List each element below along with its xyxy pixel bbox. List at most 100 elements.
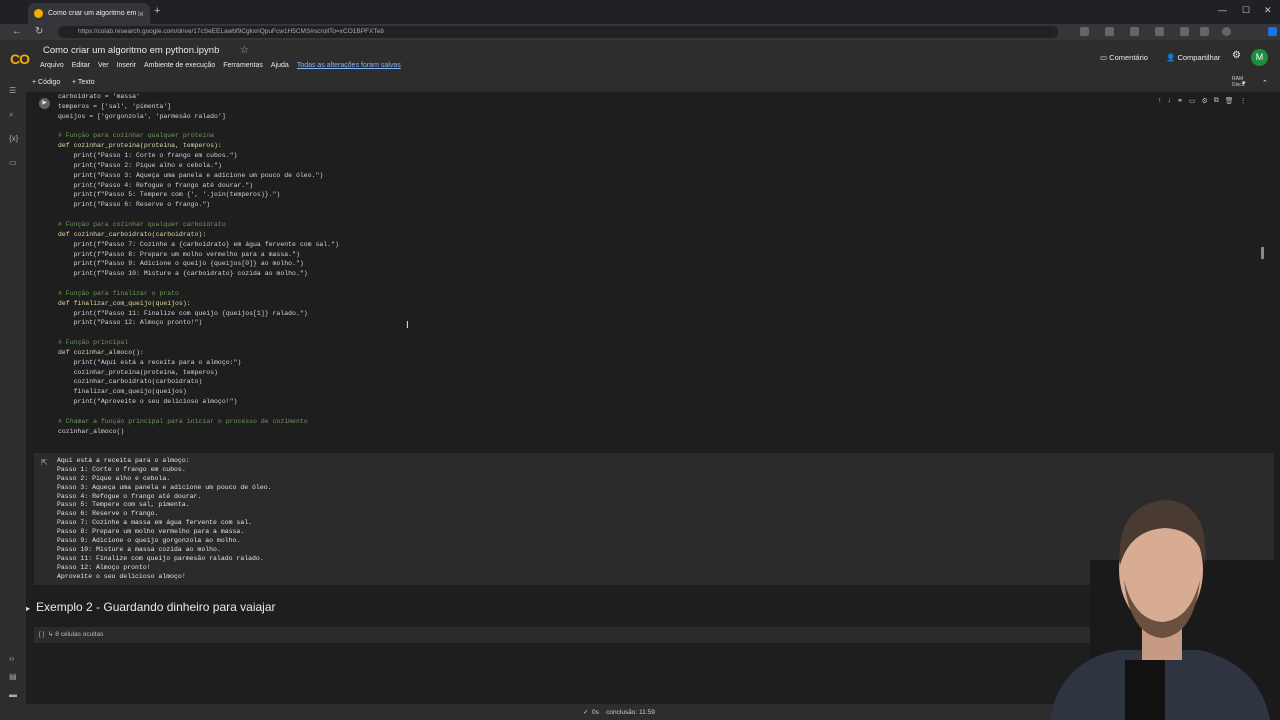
settings-icon[interactable]: ⚙ — [1232, 50, 1241, 61]
menu-inserir[interactable]: Inserir — [117, 62, 136, 69]
code-line[interactable]: print(f"Passo 8: Prepare um molho vermel… — [58, 250, 1258, 260]
code-line[interactable]: print("Passo 12: Almoço pronto!") — [58, 318, 1258, 328]
collapse-icon[interactable]: ⌃ — [1262, 79, 1268, 87]
code-line[interactable]: cozinhar_almoco() — [58, 427, 1258, 437]
code-snippets-icon[interactable]: ‹› — [9, 654, 14, 663]
code-line[interactable]: print("Passo 4: Refogue o frango até dou… — [58, 181, 1258, 191]
editor-scrollbar[interactable] — [1261, 247, 1264, 259]
menu-bar: Arquivo Editar Ver Inserir Ambiente de e… — [40, 62, 401, 69]
code-line[interactable] — [58, 210, 1258, 220]
command-palette-icon[interactable]: ▤ — [9, 672, 17, 681]
colab-logo[interactable]: CO — [10, 51, 30, 67]
code-line[interactable] — [58, 407, 1258, 417]
close-window-icon[interactable]: ✕ — [1264, 5, 1272, 16]
code-line[interactable]: print("Passo 3: Aqueça uma panela e adic… — [58, 171, 1258, 181]
code-cell[interactable]: ▶ ↑ ↓ ⚭ ▭ ⚙ ⧉ 🗑 ⋮ carboidrato = 'massa' t… — [34, 92, 1274, 450]
toc-icon[interactable]: ☰ — [9, 86, 16, 95]
minimize-icon[interactable]: — — [1218, 5, 1227, 15]
code-editor[interactable]: carboidrato = 'massa' temperos = ['sal', … — [58, 92, 1258, 437]
reload-icon[interactable]: ↻ — [35, 26, 43, 37]
output-menu-icon[interactable]: ⇱ — [41, 458, 48, 467]
variables-icon[interactable]: {x} — [9, 134, 18, 143]
output-line: Passo 4: Refogue o frango até dourar. — [57, 492, 202, 500]
output-line: Passo 2: Pique alho e cebola. — [57, 474, 171, 482]
extension-icon[interactable] — [1105, 27, 1114, 36]
colab-header: CO Como criar um algoritmo em python.ipy… — [0, 40, 1280, 76]
text-cursor-icon: I — [406, 320, 409, 331]
extension-icon[interactable] — [1200, 27, 1209, 36]
code-line[interactable]: print(f"Passo 10: Misture a {carboidrato… — [58, 269, 1258, 279]
menu-ajuda[interactable]: Ajuda — [271, 62, 289, 69]
maximize-icon[interactable]: ☐ — [1242, 5, 1250, 16]
code-line[interactable]: cozinhar_proteina(proteina, temperos) — [58, 368, 1258, 378]
webcam-overlay — [1050, 500, 1280, 720]
output-line: Passo 7: Cozinhe a massa em água fervent… — [57, 519, 253, 527]
new-tab-icon[interactable]: + — [154, 5, 160, 17]
share-label: Compartilhar — [1177, 53, 1221, 62]
code-line[interactable]: def cozinhar_carboidrato(carboidrato): — [58, 230, 1258, 240]
back-icon[interactable]: ← — [12, 26, 22, 37]
output-line: Passo 8: Prepare um molho vermelho para … — [57, 528, 245, 536]
code-line[interactable]: print("Passo 6: Reserve o frango.") — [58, 200, 1258, 210]
code-line[interactable]: def finalizar_com_queijo(queijos): — [58, 299, 1258, 309]
code-line[interactable]: def cozinhar_almoco(): — [58, 348, 1258, 358]
add-text-button[interactable]: + Texto — [72, 79, 95, 86]
code-line[interactable]: print("Passo 1: Corte o frango em cubos.… — [58, 151, 1258, 161]
section-title: Exemplo 2 - Guardando dinheiro para vaia… — [36, 600, 276, 614]
extension-icon[interactable] — [1180, 27, 1189, 36]
code-line[interactable]: print("Aproveite o seu delicioso almoço!… — [58, 397, 1258, 407]
code-line[interactable]: # Função principal — [58, 338, 1258, 348]
code-line[interactable] — [58, 279, 1258, 289]
address-bar-row: ← ↻ https://colab.research.google.com/dr… — [0, 24, 1280, 40]
extension-icon[interactable] — [1130, 27, 1139, 36]
menu-ferramentas[interactable]: Ferramentas — [223, 62, 263, 69]
code-line[interactable] — [58, 122, 1258, 132]
files-icon[interactable]: ▭ — [9, 158, 17, 167]
menu-arquivo[interactable]: Arquivo — [40, 62, 64, 69]
profile-icon[interactable] — [1222, 27, 1231, 36]
saved-status-link[interactable]: Todas as alterações foram salvas — [297, 62, 401, 69]
code-line[interactable]: queijos = ['gorgonzola', 'parmesão ralad… — [58, 112, 1258, 122]
copilot-icon[interactable] — [1268, 27, 1277, 36]
run-cell-icon[interactable]: ▶ — [39, 98, 50, 109]
code-line[interactable]: finalizar_com_queijo(queijos) — [58, 387, 1258, 397]
code-line[interactable]: print(f"Passo 11: Finalize com queijo {q… — [58, 309, 1258, 319]
add-code-button[interactable]: + Código — [32, 79, 60, 86]
share-button[interactable]: 👤 Compartilhar — [1166, 53, 1220, 62]
code-line[interactable]: print(f"Passo 7: Cozinhe a {carboidrato}… — [58, 240, 1258, 250]
avatar[interactable]: M — [1251, 49, 1268, 66]
section-heading[interactable]: ▸ Exemplo 2 - Guardando dinheiro para vai… — [26, 600, 276, 614]
star-icon[interactable]: ☆ — [240, 45, 249, 56]
comment-button[interactable]: ▭ Comentário — [1100, 53, 1148, 62]
code-line[interactable]: cozinhar_carboidrato(carboidrato) — [58, 377, 1258, 387]
notebook-title[interactable]: Como criar um algoritmo em python.ipynb — [43, 45, 219, 56]
url-field[interactable]: https://colab.research.google.com/drive/… — [58, 26, 1058, 38]
search-icon[interactable]: ⌕ — [9, 110, 13, 120]
browser-tab[interactable]: Como criar um algoritmo em python.ipynb … — [28, 3, 150, 24]
expand-chevron-icon[interactable]: ▸ — [26, 604, 30, 613]
runtime-dropdown-icon[interactable]: ▾ — [1242, 79, 1246, 87]
code-line[interactable] — [58, 328, 1258, 338]
code-line[interactable]: def cozinhar_proteina(proteina, temperos… — [58, 141, 1258, 151]
output-text: Aqui está a receita para o almoço: Passo … — [57, 457, 272, 581]
code-line[interactable]: print(f"Passo 9: Adicione o queijo {quei… — [58, 259, 1258, 269]
menu-ver[interactable]: Ver — [98, 62, 109, 69]
code-line[interactable]: # Função para finalizar o prato — [58, 289, 1258, 299]
code-line[interactable]: print("Aqui está a receita para o almoço… — [58, 358, 1258, 368]
code-line[interactable]: # Função para cozinhar qualquer carboidr… — [58, 220, 1258, 230]
code-line[interactable]: temperos = ['sal', 'pimenta'] — [58, 102, 1258, 112]
output-line: Passo 5: Tempere com sal, pimenta. — [57, 501, 190, 509]
menu-ambiente[interactable]: Ambiente de execução — [144, 62, 215, 69]
menu-editar[interactable]: Editar — [72, 62, 90, 69]
bookmark-icon[interactable] — [1155, 27, 1164, 36]
code-line[interactable]: # Função para cozinhar qualquer proteína — [58, 131, 1258, 141]
code-line[interactable]: # Chamar a função principal para iniciar… — [58, 417, 1258, 427]
extension-icon[interactable] — [1080, 27, 1089, 36]
output-line: Passo 10: Misture a massa cozida ao molh… — [57, 545, 221, 553]
microphone — [1125, 660, 1165, 720]
code-line[interactable]: print(f"Passo 5: Tempere com {', '.join(… — [58, 190, 1258, 200]
terminal-icon[interactable]: ▬ — [9, 690, 17, 699]
code-line[interactable]: carboidrato = 'massa' — [58, 92, 1258, 102]
close-tab-icon[interactable]: × — [139, 9, 144, 19]
code-line[interactable]: print("Passo 2: Pique alho e cebola.") — [58, 161, 1258, 171]
